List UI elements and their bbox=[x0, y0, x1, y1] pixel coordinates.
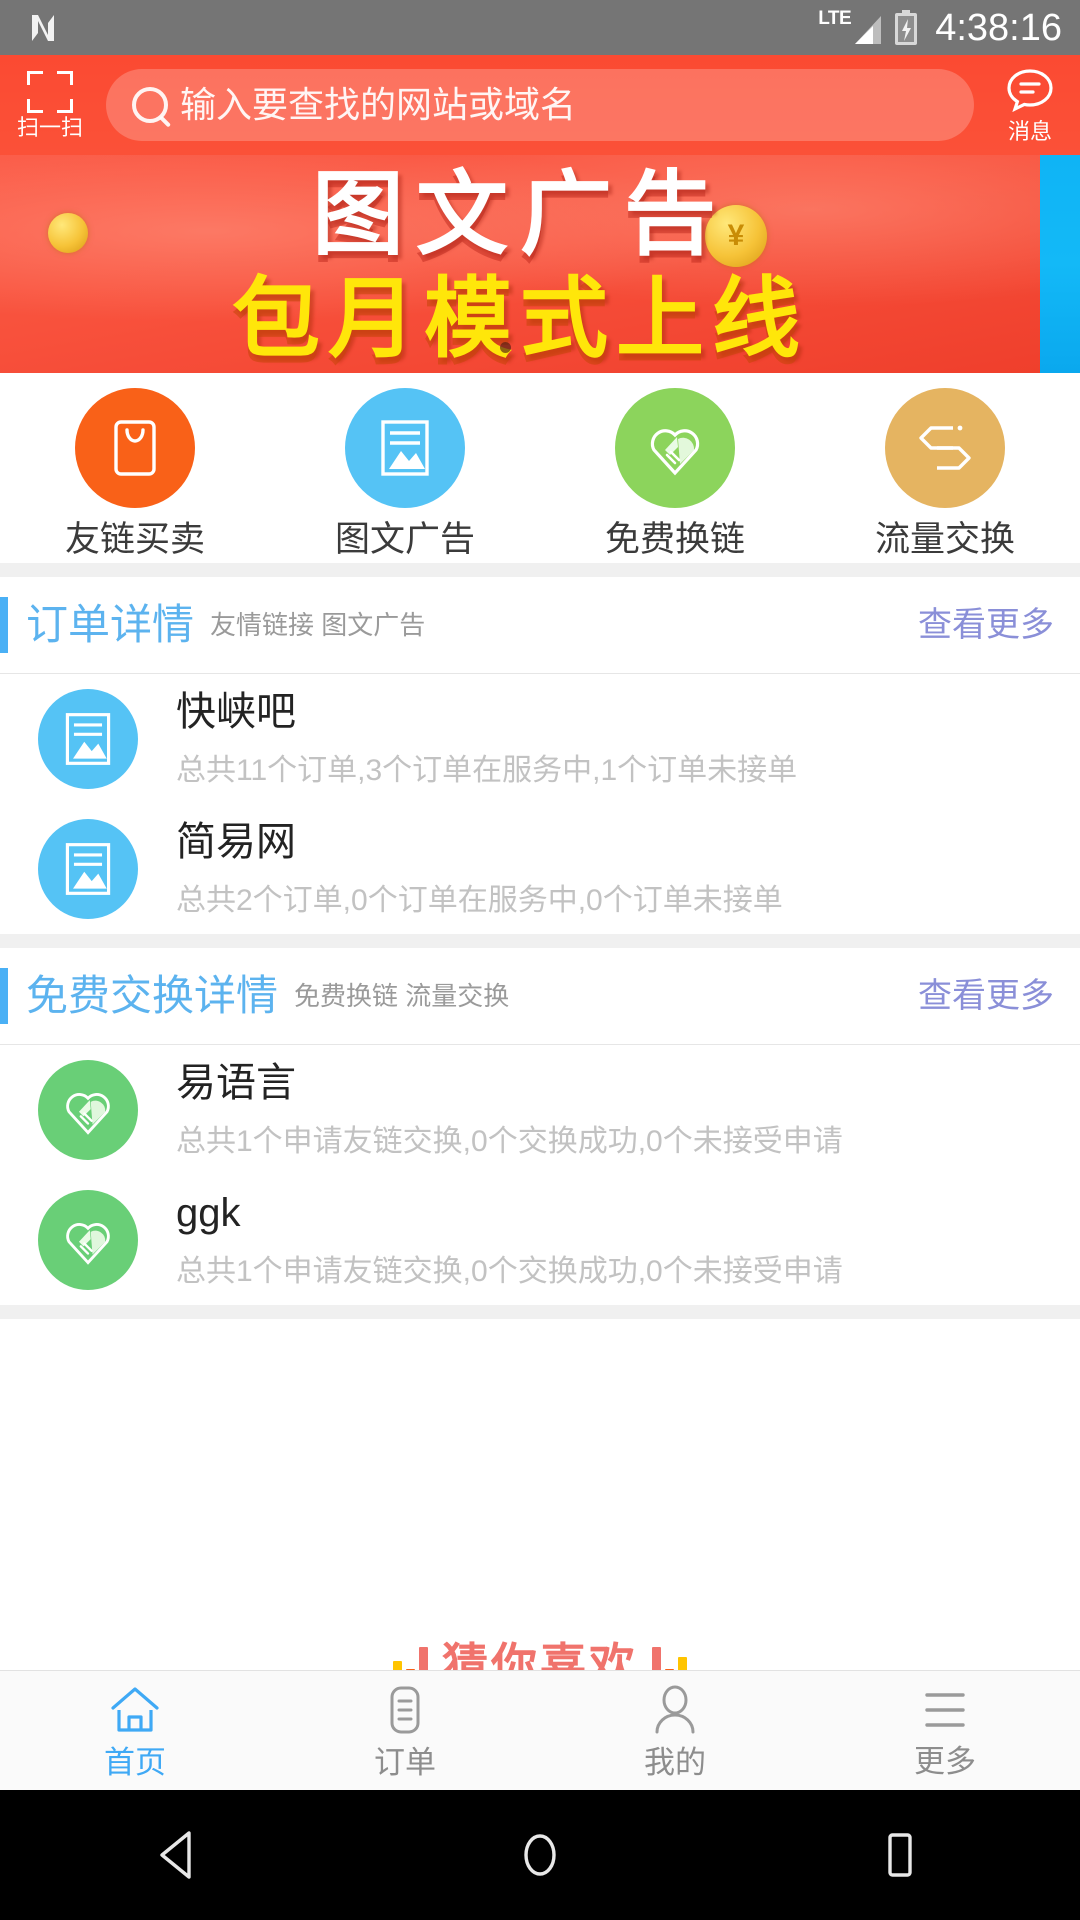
category-item-3[interactable]: 流量交换 bbox=[810, 388, 1080, 557]
home-icon bbox=[107, 1684, 163, 1741]
search-input[interactable]: 输入要查找的网站或域名 bbox=[106, 69, 974, 141]
shopping-bag-icon bbox=[75, 388, 195, 508]
battery-charging-icon bbox=[893, 9, 919, 46]
handshake-heart-icon bbox=[38, 1190, 138, 1290]
category-item-1[interactable]: 图文广告 bbox=[270, 388, 540, 557]
banner-slide-current[interactable]: ¥ 图文广告 包月模式上线 bbox=[0, 155, 1040, 373]
chat-bubble-icon bbox=[1006, 68, 1054, 117]
section-subtitle-orders: 友情链接 图文广告 bbox=[210, 610, 426, 640]
phone-screen: LTE 4:38:16 扫一扫 输入要查找的网站或域名 消息 ¥ 图文广告 包月… bbox=[0, 0, 1080, 1920]
section-more-link-orders[interactable]: 查看更多 bbox=[918, 608, 1054, 642]
message-button-label: 消息 bbox=[1007, 118, 1052, 144]
tab-more-label: 更多 bbox=[914, 1743, 976, 1779]
tab-home[interactable]: 首页 bbox=[0, 1684, 270, 1778]
section-divider-1 bbox=[0, 563, 1080, 577]
tab-profile-label: 我的 bbox=[644, 1744, 706, 1780]
banner-slide-next[interactable] bbox=[1040, 155, 1080, 373]
list-item-subtitle: 总共1个申请友链交换,0个交换成功,0个未接受申请 bbox=[176, 1125, 843, 1159]
message-button[interactable]: 消息 bbox=[980, 68, 1080, 143]
image-article-icon bbox=[345, 388, 465, 508]
home-circle-icon[interactable] bbox=[360, 1827, 720, 1883]
scan-button-label: 扫一扫 bbox=[16, 115, 83, 140]
list-item-title: 易语言 bbox=[176, 1061, 296, 1106]
category-item-0[interactable]: 友链买卖 bbox=[0, 388, 270, 557]
banner-headline: 图文广告 bbox=[311, 161, 728, 268]
category-label-0: 友链买卖 bbox=[64, 520, 205, 559]
bottom-tab-bar: 首页 订单 我的 更多 bbox=[0, 1670, 1080, 1790]
list-item-subtitle: 总共1个申请友链交换,0个交换成功,0个未接受申请 bbox=[176, 1255, 843, 1289]
person-icon bbox=[649, 1684, 701, 1741]
category-label-3: 流量交换 bbox=[874, 520, 1015, 559]
table-row[interactable]: ggk 总共1个申请友链交换,0个交换成功,0个未接受申请 bbox=[0, 1175, 1080, 1305]
category-item-2[interactable]: 免费换链 bbox=[540, 388, 810, 557]
android-n-icon bbox=[26, 11, 60, 45]
section-accent-bar bbox=[0, 597, 8, 653]
search-placeholder: 输入要查找的网站或域名 bbox=[180, 84, 577, 125]
list-item-subtitle: 总共11个订单,3个订单在服务中,1个订单未接单 bbox=[176, 754, 798, 788]
table-row[interactable]: 快峡吧 总共11个订单,3个订单在服务中,1个订单未接单 bbox=[0, 674, 1080, 804]
list-item-title: 简易网 bbox=[176, 820, 296, 865]
section-divider-3 bbox=[0, 1305, 1080, 1319]
tab-more[interactable]: 更多 bbox=[810, 1685, 1080, 1777]
exchange-arrows-icon bbox=[885, 388, 1005, 508]
back-triangle-icon[interactable] bbox=[0, 1827, 360, 1883]
image-article-icon bbox=[38, 689, 138, 789]
scan-button[interactable]: 扫一扫 bbox=[0, 71, 100, 139]
section-title-exchange: 免费交换详情 bbox=[26, 972, 279, 1019]
handshake-heart-icon bbox=[38, 1060, 138, 1160]
app-header: 扫一扫 输入要查找的网站或域名 消息 bbox=[0, 55, 1080, 155]
quick-category-row: 友链买卖 图文广告 免费换链 流量交换 bbox=[0, 373, 1080, 563]
carousel-indicator-dot[interactable] bbox=[500, 342, 511, 353]
table-row[interactable]: 简易网 总共2个订单,0个订单在服务中,0个订单未接单 bbox=[0, 804, 1080, 934]
row-text-block: 快峡吧 总共11个订单,3个订单在服务中,1个订单未接单 bbox=[176, 691, 797, 787]
table-row[interactable]: 易语言 总共1个申请友链交换,0个交换成功,0个未接受申请 bbox=[0, 1045, 1080, 1175]
category-label-2: 免费换链 bbox=[604, 520, 745, 559]
search-icon bbox=[132, 87, 168, 123]
status-bar: LTE 4:38:16 bbox=[0, 0, 1080, 55]
section-header-orders: 订单详情 友情链接 图文广告 查看更多 bbox=[0, 577, 1080, 673]
tab-profile[interactable]: 我的 bbox=[540, 1684, 810, 1778]
section-subtitle-exchange: 免费换链 流量交换 bbox=[294, 981, 510, 1011]
tab-orders-label: 订单 bbox=[374, 1744, 436, 1780]
image-article-icon bbox=[38, 819, 138, 919]
category-label-1: 图文广告 bbox=[334, 520, 475, 559]
tab-home-label: 首页 bbox=[104, 1744, 166, 1780]
search-bar-wrap: 输入要查找的网站或域名 bbox=[100, 69, 980, 141]
signal-bars-icon: LTE bbox=[818, 9, 883, 46]
order-list-icon bbox=[379, 1684, 431, 1741]
android-navigation-bar bbox=[0, 1790, 1080, 1920]
section-accent-bar bbox=[0, 968, 8, 1024]
tab-orders[interactable]: 订单 bbox=[270, 1684, 540, 1778]
scan-qr-icon bbox=[27, 71, 73, 113]
handshake-heart-icon bbox=[615, 388, 735, 508]
status-clock: 4:38:16 bbox=[935, 6, 1062, 49]
network-type-label: LTE bbox=[818, 8, 852, 29]
list-item-title: ggk bbox=[176, 1191, 241, 1236]
list-item-subtitle: 总共2个订单,0个订单在服务中,0个订单未接单 bbox=[176, 884, 783, 918]
banner-subheadline: 包月模式上线 bbox=[231, 267, 808, 370]
row-text-block: ggk 总共1个申请友链交换,0个交换成功,0个未接受申请 bbox=[176, 1192, 843, 1288]
section-header-exchange: 免费交换详情 免费换链 流量交换 查看更多 bbox=[0, 948, 1080, 1044]
section-divider-2 bbox=[0, 934, 1080, 948]
promo-banner-carousel[interactable]: ¥ 图文广告 包月模式上线 bbox=[0, 155, 1080, 373]
section-title-orders: 订单详情 bbox=[26, 601, 195, 648]
list-item-title: 快峡吧 bbox=[176, 690, 296, 735]
row-text-block: 简易网 总共2个订单,0个订单在服务中,0个订单未接单 bbox=[176, 821, 783, 917]
recents-square-icon[interactable] bbox=[720, 1827, 1080, 1883]
section-more-link-exchange[interactable]: 查看更多 bbox=[918, 979, 1054, 1013]
menu-lines-icon bbox=[918, 1685, 972, 1740]
row-text-block: 易语言 总共1个申请友链交换,0个交换成功,0个未接受申请 bbox=[176, 1062, 843, 1158]
